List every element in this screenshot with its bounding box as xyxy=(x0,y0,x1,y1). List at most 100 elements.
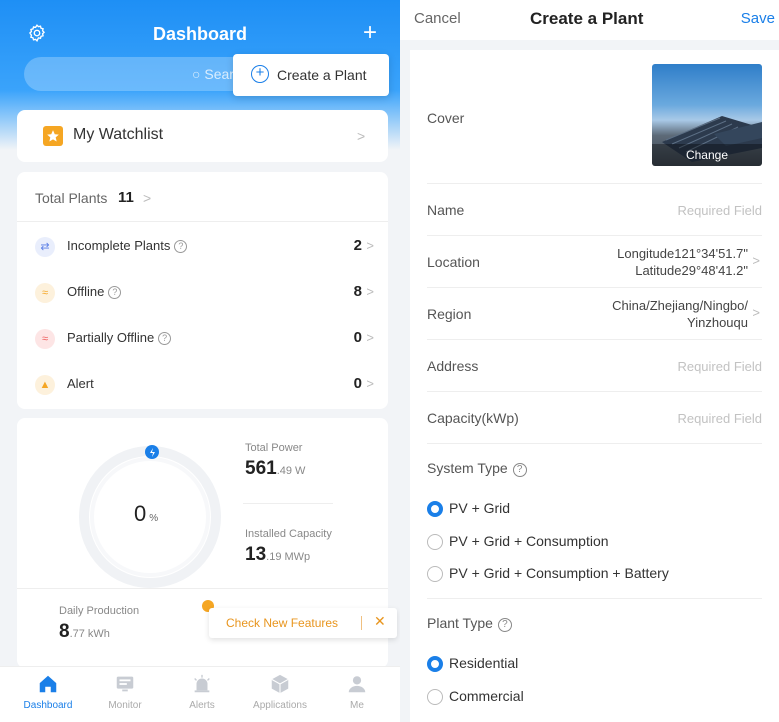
tab-applications[interactable]: Applications xyxy=(245,673,315,711)
cover-image[interactable]: Change xyxy=(652,64,762,166)
plant-row-offline[interactable]: ≈ Offline? 8 > xyxy=(17,271,388,315)
total-power-label: Total Power xyxy=(245,442,303,454)
tab-alerts[interactable]: Alerts xyxy=(167,673,237,711)
total-plants-row[interactable]: Total Plants 11 > xyxy=(17,172,388,222)
chevron-right-icon: > xyxy=(143,190,152,206)
star-icon xyxy=(43,126,63,146)
plant-row-value: 0 xyxy=(353,329,362,346)
total-power-value: 561 xyxy=(245,458,277,479)
new-features-label: Check New Features xyxy=(226,616,339,630)
total-plants-label: Total Plants xyxy=(35,190,108,206)
page-title: Create a Plant xyxy=(530,9,644,28)
plant-row-partially-offline[interactable]: ≈ Partially Offline? 0 > xyxy=(17,317,388,361)
cancel-button[interactable]: Cancel xyxy=(414,10,461,27)
tab-label: Dashboard xyxy=(23,700,73,711)
tab-label: Alerts xyxy=(189,700,215,711)
system-type-option-label: PV + Grid + Consumption xyxy=(449,533,609,549)
radio-unselected[interactable] xyxy=(427,534,443,550)
region-line-2: Yinzhouqu xyxy=(687,315,748,330)
percent-value: 0 xyxy=(134,501,147,526)
radio-unselected[interactable] xyxy=(427,566,443,582)
system-type-option-label: PV + Grid xyxy=(449,500,511,516)
monitor-icon xyxy=(116,676,134,692)
address-label: Address xyxy=(427,358,479,374)
chevron-right-icon: > xyxy=(366,330,374,345)
region-field[interactable]: Region China/Zhejiang/Ningbo/ Yinzhouqu … xyxy=(427,288,762,340)
link-icon: ⇄ xyxy=(35,237,55,257)
system-type-option-label: PV + Grid + Consumption + Battery xyxy=(449,565,669,581)
capacity-placeholder: Required Field xyxy=(677,411,762,426)
plant-row-incomplete[interactable]: ⇄ Incomplete Plants? 2 > xyxy=(17,225,388,269)
change-cover-button[interactable]: Change xyxy=(652,144,762,166)
installed-capacity-unit: .19 MWp xyxy=(266,551,311,563)
create-plant-menu-item[interactable]: + Create a Plant xyxy=(233,54,389,96)
plant-row-value: 8 xyxy=(353,283,362,300)
create-plant-screen: Cancel Create a Plant Save Cover Change … xyxy=(400,0,779,722)
cube-icon xyxy=(271,674,289,694)
name-label: Name xyxy=(427,202,465,218)
capacity-field[interactable]: Capacity(kWp) Required Field xyxy=(427,392,762,444)
help-icon[interactable]: ? xyxy=(158,332,172,345)
tab-label: Applications xyxy=(253,700,307,711)
bell-icon: ▲ xyxy=(35,375,55,395)
dashboard-screen: Dashboard + ○ Searc My Watchlist > Total… xyxy=(0,0,400,722)
wifi-icon: ≈ xyxy=(35,283,55,303)
address-field[interactable]: Address Required Field xyxy=(427,340,762,392)
system-type-label: System Type xyxy=(427,460,508,476)
nav-bar: Cancel Create a Plant Save xyxy=(400,0,779,40)
tab-label: Monitor xyxy=(108,700,142,711)
total-power-unit: .49 W xyxy=(276,465,306,477)
create-plant-label: Create a Plant xyxy=(277,67,367,83)
plant-row-label: Offline xyxy=(67,284,105,299)
add-circle-icon: + xyxy=(251,65,269,83)
save-button[interactable]: Save xyxy=(741,10,775,27)
plant-type-option-label: Residential xyxy=(449,655,519,671)
daily-production-value: 8 xyxy=(59,621,70,642)
name-field[interactable]: Name Required Field xyxy=(427,184,762,236)
location-latitude: Latitude29°48'41.2" xyxy=(635,263,748,278)
installed-capacity-label: Installed Capacity xyxy=(245,528,332,540)
chevron-right-icon: > xyxy=(366,376,374,391)
chevron-right-icon: > xyxy=(357,128,366,144)
tab-me[interactable]: Me xyxy=(322,673,392,711)
plant-type-label: Plant Type xyxy=(427,615,493,631)
help-icon[interactable]: ? xyxy=(108,286,122,299)
tab-label: Me xyxy=(350,700,364,711)
chevron-right-icon: > xyxy=(752,305,760,320)
create-plant-form: Cover Change Name Required Field Locatio… xyxy=(410,50,779,722)
watchlist-label: My Watchlist xyxy=(73,126,164,143)
chevron-right-icon: > xyxy=(366,238,374,253)
help-icon[interactable]: ? xyxy=(174,240,188,253)
radio-selected[interactable] xyxy=(427,501,443,517)
close-icon[interactable]: ✕ xyxy=(374,613,386,630)
divider xyxy=(361,616,362,630)
tab-monitor[interactable]: Monitor xyxy=(90,673,160,711)
radio-unselected[interactable] xyxy=(427,689,443,705)
wifi-icon: ≈ xyxy=(35,329,55,349)
daily-production-unit: .77 kWh xyxy=(69,628,110,640)
radio-selected[interactable] xyxy=(427,656,443,672)
help-icon[interactable]: ? xyxy=(512,463,527,477)
region-line-1: China/Zhejiang/Ningbo/ xyxy=(612,298,748,313)
home-icon xyxy=(39,675,57,693)
chevron-right-icon: > xyxy=(752,253,760,268)
plant-type-option-label: Commercial xyxy=(449,688,524,704)
location-field[interactable]: Location Longitude121°34'51.7" Latitude2… xyxy=(427,236,762,288)
add-plant-button[interactable]: + xyxy=(358,19,382,47)
bottom-tab-bar: Dashboard Monitor Alerts Applications Me xyxy=(0,666,400,722)
total-plants-count: 11 xyxy=(118,189,134,206)
help-icon[interactable]: ? xyxy=(497,618,512,632)
cover-row: Cover Change xyxy=(427,50,762,184)
plants-summary-card: Total Plants 11 > ⇄ Incomplete Plants? 2… xyxy=(17,172,388,409)
watchlist-row[interactable]: My Watchlist > xyxy=(17,110,388,162)
divider xyxy=(17,588,388,589)
name-placeholder: Required Field xyxy=(677,203,762,218)
daily-production-label: Daily Production xyxy=(59,605,140,617)
tab-dashboard[interactable]: Dashboard xyxy=(13,673,83,711)
divider xyxy=(243,503,333,504)
region-label: Region xyxy=(427,306,472,322)
new-features-popup[interactable]: Check New Features ✕ xyxy=(209,608,397,638)
installed-capacity-value: 13 xyxy=(245,544,267,565)
plant-row-alert[interactable]: ▲ Alert 0 > xyxy=(17,363,388,407)
user-icon xyxy=(348,676,366,693)
